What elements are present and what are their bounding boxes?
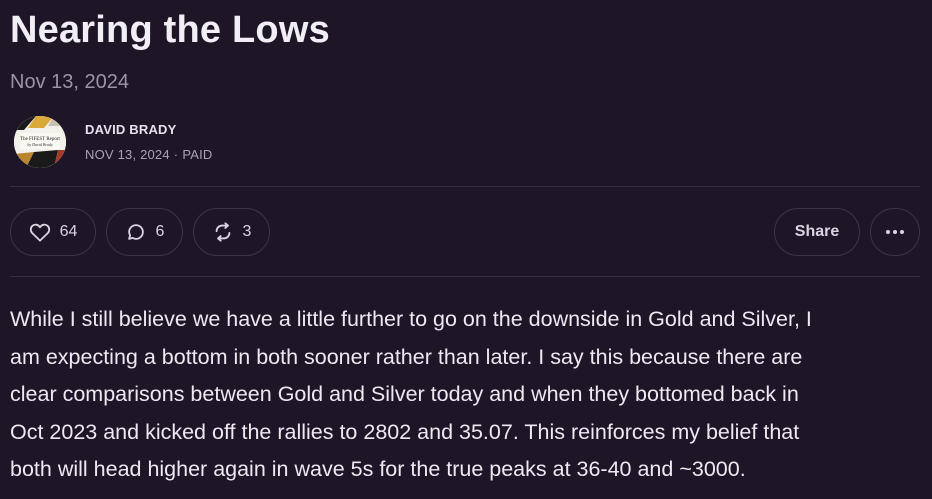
divider-bottom xyxy=(10,276,920,277)
share-label: Share xyxy=(794,223,840,240)
meta-separator: · xyxy=(173,147,179,162)
comment-icon xyxy=(125,221,147,243)
more-icon xyxy=(885,229,905,235)
divider-top xyxy=(10,186,920,187)
restack-count: 3 xyxy=(242,223,252,240)
restack-button[interactable]: 3 xyxy=(193,208,270,256)
like-count: 64 xyxy=(59,223,78,240)
more-button[interactable] xyxy=(870,208,920,256)
heart-icon xyxy=(29,222,51,242)
author-meta: NOV 13, 2024 · PAID xyxy=(85,147,213,162)
comment-count: 6 xyxy=(155,223,165,240)
author-avatar[interactable]: The FIFEST Report by David Brady xyxy=(14,116,66,168)
post-title: Nearing the Lows xyxy=(10,9,330,51)
like-button[interactable]: 64 xyxy=(10,208,96,256)
author-name[interactable]: DAVID BRADY xyxy=(85,122,177,137)
post-date: Nov 13, 2024 xyxy=(10,71,129,93)
body-line: While I still believe we have a little f… xyxy=(10,307,812,331)
body-line: both will head higher again in wave 5s f… xyxy=(10,457,746,481)
comment-button[interactable]: 6 xyxy=(106,208,183,256)
restack-icon xyxy=(212,221,234,243)
post-page: Nearing the Lows Nov 13, 2024 The FIFEST… xyxy=(0,0,932,499)
post-body: While I still believe we have a little f… xyxy=(10,301,925,489)
avatar-text-line2: by David Brady xyxy=(27,142,53,147)
author-post-date: NOV 13, 2024 xyxy=(85,147,170,162)
body-line: Oct 2023 and kicked off the rallies to 2… xyxy=(10,419,800,444)
report-logo-icon: The FIFEST Report by David Brady xyxy=(14,116,66,168)
access-badge: PAID xyxy=(182,147,213,162)
share-button[interactable]: Share xyxy=(774,208,860,256)
body-line: am expecting a bottom in both sooner rat… xyxy=(10,344,803,369)
body-line: clear comparisons between Gold and Silve… xyxy=(10,382,799,406)
